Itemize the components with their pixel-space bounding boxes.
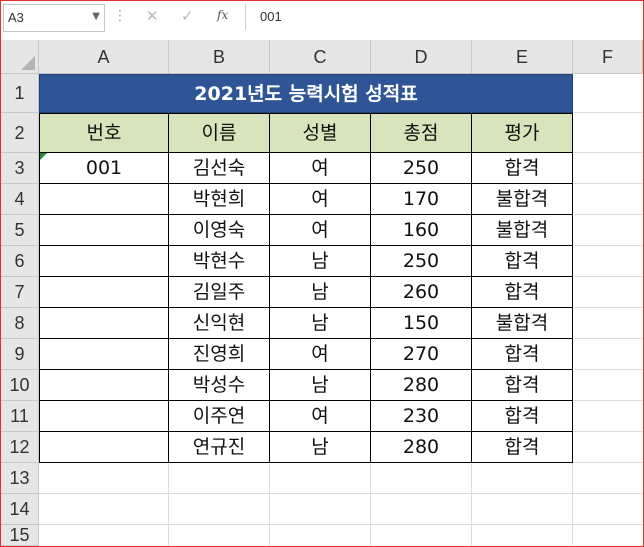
data-cell[interactable]: 250: [370, 152, 472, 184]
row-header-12[interactable]: 12: [1, 432, 39, 463]
data-cell[interactable]: 합격: [471, 152, 573, 184]
row-header-1[interactable]: 1: [1, 74, 39, 113]
data-cell[interactable]: 연규진: [168, 431, 270, 463]
cancel-icon[interactable]: ✕: [146, 7, 159, 25]
formula-input-value: 001: [260, 9, 282, 24]
row-header-3[interactable]: 3: [1, 153, 39, 184]
enter-icon[interactable]: ✓: [181, 7, 194, 25]
data-cell[interactable]: 이영숙: [168, 214, 270, 246]
data-cell[interactable]: 남: [269, 369, 371, 401]
row-header-11[interactable]: 11: [1, 401, 39, 432]
data-cell[interactable]: 합격: [471, 369, 573, 401]
chevron-down-icon[interactable]: ▼: [92, 11, 100, 22]
data-cell[interactable]: 여: [269, 400, 371, 432]
column-header-a[interactable]: A: [39, 40, 169, 74]
data-cell[interactable]: [39, 338, 169, 370]
data-cell[interactable]: 김선숙: [168, 152, 270, 184]
data-cell[interactable]: 이주연: [168, 400, 270, 432]
data-cell[interactable]: [39, 431, 169, 463]
insert-function-icon[interactable]: fx: [217, 8, 228, 22]
data-cell[interactable]: 남: [269, 431, 371, 463]
data-cell[interactable]: 불합격: [471, 183, 573, 215]
header-cell[interactable]: 평가: [471, 113, 573, 153]
name-box-value: A3: [8, 10, 24, 25]
data-cell[interactable]: 남: [269, 307, 371, 339]
data-cell[interactable]: 박현수: [168, 245, 270, 277]
formula-input[interactable]: 001: [246, 4, 640, 30]
data-cell[interactable]: 합격: [471, 431, 573, 463]
select-all-button[interactable]: [1, 40, 39, 74]
more-options-icon[interactable]: ⋮: [113, 7, 127, 25]
sheet-title[interactable]: 2021년도 능력시험 성적표: [39, 74, 573, 113]
row-header-14[interactable]: 14: [1, 494, 39, 525]
data-cell[interactable]: 150: [370, 307, 472, 339]
data-cell[interactable]: 280: [370, 369, 472, 401]
row-header-6[interactable]: 6: [1, 246, 39, 277]
data-cell[interactable]: 여: [269, 338, 371, 370]
row-header-15[interactable]: 15: [1, 525, 39, 546]
data-cell[interactable]: 250: [370, 245, 472, 277]
data-cell[interactable]: [39, 400, 169, 432]
data-cell[interactable]: 230: [370, 400, 472, 432]
column-header-e[interactable]: E: [472, 40, 573, 74]
select-all-icon: [21, 56, 35, 70]
data-cell[interactable]: 여: [269, 183, 371, 215]
column-header-b[interactable]: B: [169, 40, 270, 74]
row-header-10[interactable]: 10: [1, 370, 39, 401]
gridline: [39, 493, 643, 494]
data-cell[interactable]: 남: [269, 276, 371, 308]
data-cell[interactable]: 합격: [471, 276, 573, 308]
name-box[interactable]: A3 ▼: [3, 4, 105, 32]
data-cell[interactable]: 280: [370, 431, 472, 463]
error-indicator-icon[interactable]: [40, 153, 47, 160]
row-header-2[interactable]: 2: [1, 113, 39, 153]
data-cell[interactable]: 160: [370, 214, 472, 246]
data-cell[interactable]: 박현희: [168, 183, 270, 215]
header-cell[interactable]: 번호: [39, 113, 169, 153]
data-cell[interactable]: 합격: [471, 400, 573, 432]
column-header-c[interactable]: C: [270, 40, 371, 74]
row-header-4[interactable]: 4: [1, 184, 39, 215]
data-cell[interactable]: 신익현: [168, 307, 270, 339]
data-cell[interactable]: 진영희: [168, 338, 270, 370]
data-cell[interactable]: [39, 369, 169, 401]
row-header-9[interactable]: 9: [1, 339, 39, 370]
data-cell[interactable]: [39, 276, 169, 308]
data-cell[interactable]: 여: [269, 214, 371, 246]
row-header-7[interactable]: 7: [1, 277, 39, 308]
data-cell[interactable]: 남: [269, 245, 371, 277]
data-cell[interactable]: 270: [370, 338, 472, 370]
data-cell[interactable]: 001: [39, 152, 169, 184]
data-cell[interactable]: 불합격: [471, 214, 573, 246]
row-header-8[interactable]: 8: [1, 308, 39, 339]
column-header-f[interactable]: F: [573, 40, 643, 74]
header-cell[interactable]: 총점: [370, 113, 472, 153]
row-header-5[interactable]: 5: [1, 215, 39, 246]
data-cell[interactable]: 260: [370, 276, 472, 308]
data-cell[interactable]: 불합격: [471, 307, 573, 339]
data-cell[interactable]: 박성수: [168, 369, 270, 401]
data-cell[interactable]: [39, 245, 169, 277]
formula-bar: A3 ▼ ⋮ ✕ ✓ fx 001: [1, 1, 643, 32]
header-cell[interactable]: 이름: [168, 113, 270, 153]
data-cell[interactable]: [39, 307, 169, 339]
data-cell[interactable]: 170: [370, 183, 472, 215]
gridline: [39, 524, 643, 525]
data-cell[interactable]: 김일주: [168, 276, 270, 308]
header-cell[interactable]: 성별: [269, 113, 371, 153]
data-cell[interactable]: 여: [269, 152, 371, 184]
column-header-d[interactable]: D: [371, 40, 472, 74]
data-cell[interactable]: [39, 183, 169, 215]
data-cell[interactable]: [39, 214, 169, 246]
data-cell[interactable]: 합격: [471, 245, 573, 277]
row-header-13[interactable]: 13: [1, 463, 39, 494]
data-cell[interactable]: 합격: [471, 338, 573, 370]
